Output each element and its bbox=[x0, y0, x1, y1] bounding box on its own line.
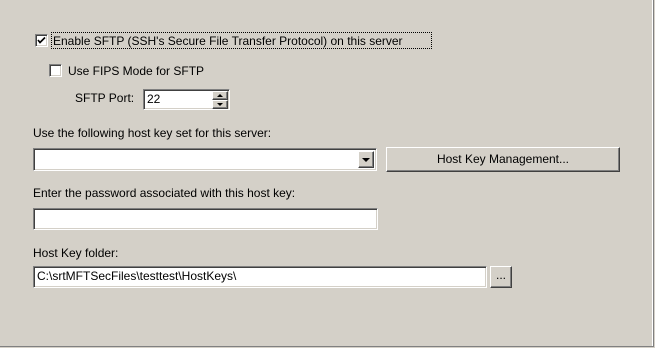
host-key-folder-label: Host Key folder: bbox=[33, 246, 119, 260]
host-key-set-label: Use the following host key set for this … bbox=[33, 126, 272, 140]
checkmark-icon bbox=[37, 36, 46, 44]
spin-down-icon bbox=[217, 103, 223, 106]
browse-folder-button[interactable]: ... bbox=[490, 266, 512, 288]
host-key-management-label: Host Key Management... bbox=[436, 152, 570, 166]
fips-mode-label[interactable]: Use FIPS Mode for SFTP bbox=[68, 64, 204, 78]
host-key-set-dropdown[interactable] bbox=[33, 148, 377, 171]
enable-sftp-checkbox[interactable] bbox=[35, 34, 48, 47]
chevron-down-icon bbox=[362, 158, 370, 162]
fips-mode-checkbox[interactable] bbox=[49, 64, 62, 77]
host-key-folder-input[interactable]: C:\srtMFTSecFiles\testtest\HostKeys\ bbox=[33, 266, 487, 288]
sftp-port-value: 22 bbox=[147, 92, 161, 106]
host-key-dropdown-button[interactable] bbox=[358, 151, 374, 168]
host-key-password-input[interactable] bbox=[33, 208, 378, 230]
host-key-management-button[interactable]: Host Key Management... bbox=[386, 147, 620, 172]
host-key-password-label: Enter the password associated with this … bbox=[33, 186, 296, 200]
panel-edge-highlight bbox=[652, 0, 653, 346]
sftp-settings-panel: Enable SFTP (SSH's Secure File Transfer … bbox=[0, 0, 654, 347]
host-key-folder-value: C:\srtMFTSecFiles\testtest\HostKeys\ bbox=[37, 269, 237, 283]
spin-up-icon bbox=[217, 94, 223, 97]
sftp-port-label: SFTP Port: bbox=[75, 91, 135, 105]
spin-down-button[interactable] bbox=[212, 100, 228, 109]
enable-sftp-label[interactable]: Enable SFTP (SSH's Secure File Transfer … bbox=[53, 34, 403, 48]
spin-up-button[interactable] bbox=[212, 91, 228, 100]
browse-folder-label: ... bbox=[495, 268, 506, 282]
